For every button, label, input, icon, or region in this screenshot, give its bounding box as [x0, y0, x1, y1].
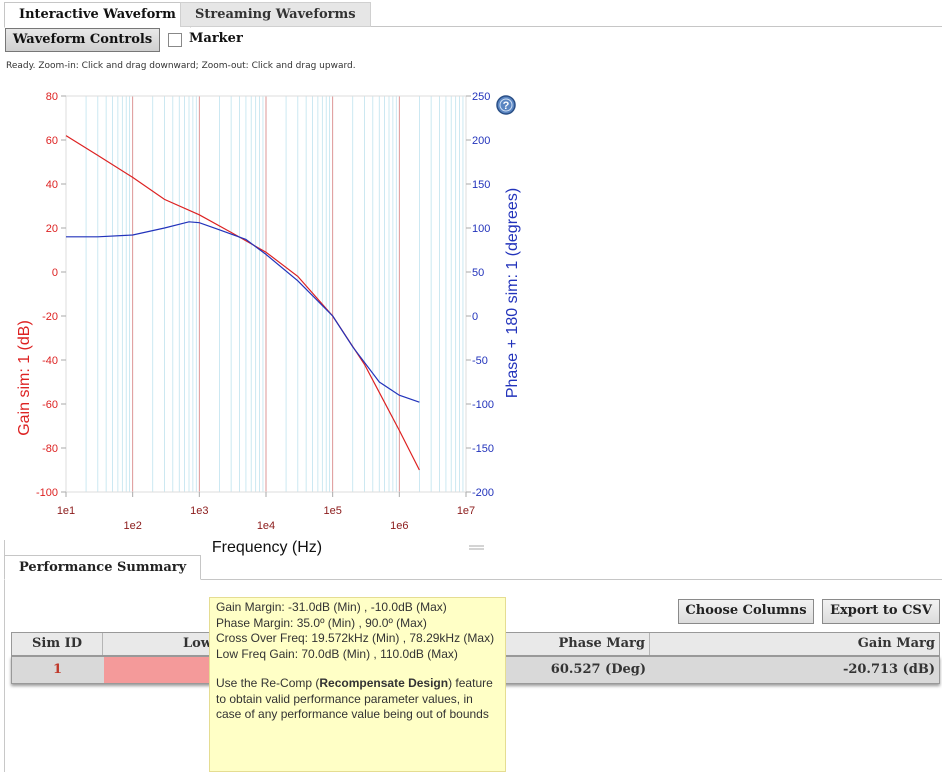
- gain-margin-cell: -20.713 (dB): [842, 662, 935, 677]
- right-tick-label: -100: [472, 399, 494, 411]
- left-tick-label: -20: [42, 311, 58, 323]
- tooltip-note-pre: Use the Re-Comp (: [216, 676, 320, 690]
- left-tick-label: 20: [46, 223, 58, 235]
- waveform-controls-button[interactable]: Waveform Controls: [5, 28, 160, 52]
- right-tick-label: 150: [472, 179, 490, 191]
- tooltip-recomp-note: Use the Re-Comp (Recompensate Design) fe…: [216, 676, 499, 723]
- low-freq-gain-cell: 6: [104, 657, 224, 683]
- tooltip-phase-margin: Phase Margin: 35.0º (Min) , 90.0º (Max): [216, 615, 427, 630]
- choose-columns-button[interactable]: Choose Columns: [678, 599, 814, 624]
- x-tick-label: 1e3: [190, 505, 208, 517]
- tooltip-low-freq-gain: Low Freq Gain: 70.0dB (Min) , 110.0dB (M…: [216, 646, 458, 661]
- right-axis-ticks: 250 200 150 100 50 0 -50 -100 -150 -200: [466, 91, 494, 499]
- series-line: [65, 135, 420, 471]
- x-tick-label: 1e6: [390, 520, 408, 532]
- left-tick-label: -60: [42, 399, 58, 411]
- left-tick-label: 80: [46, 91, 58, 103]
- help-icon[interactable]: ?: [496, 95, 516, 115]
- x-tick-label: 1e5: [323, 505, 341, 517]
- bode-plot[interactable]: 806040200-20-40-60-80-100 25020015010050…: [0, 82, 942, 562]
- tooltip-gain-margin: Gain Margin: -31.0dB (Min) , -10.0dB (Ma…: [216, 600, 447, 614]
- series-line: [66, 221, 420, 403]
- right-tick-label: -200: [472, 487, 494, 499]
- x-axis-label: Frequency (Hz): [212, 539, 322, 556]
- tab-streaming-waveforms[interactable]: Streaming Waveforms: [180, 2, 371, 27]
- left-tick-label: -100: [36, 487, 58, 499]
- x-tick-label: 1e2: [123, 520, 141, 532]
- performance-tooltip: Gain Margin: -31.0dB (Min) , -10.0dB (Ma…: [209, 597, 506, 772]
- export-csv-button[interactable]: Export to CSV: [822, 599, 940, 624]
- sim-id-cell[interactable]: 1: [12, 657, 103, 683]
- right-tick-label: 50: [472, 267, 484, 279]
- left-tick-label: 40: [46, 179, 58, 191]
- marker-checkbox[interactable]: [168, 33, 182, 47]
- right-tick-label: 200: [472, 135, 490, 147]
- left-tick-label: 60: [46, 135, 58, 147]
- y-axis-left-label: Gain sim: 1 (dB): [16, 320, 33, 436]
- x-tick-label: 1e4: [257, 520, 275, 532]
- right-tick-label: -50: [472, 355, 488, 367]
- y-axis-right-label: Phase + 180 sim: 1 (degrees): [504, 188, 521, 398]
- x-tick-label: 1e7: [457, 505, 475, 517]
- chart-series: [65, 135, 420, 471]
- tab-performance-summary[interactable]: Performance Summary: [4, 555, 202, 580]
- column-header-sim-id[interactable]: Sim ID: [12, 633, 103, 655]
- tab-interactive-waveform[interactable]: Interactive Waveform: [4, 2, 191, 28]
- column-header-gain-margin[interactable]: Gain Marg: [650, 633, 939, 655]
- left-tick-label: -80: [42, 443, 58, 455]
- performance-tab-bar: Performance Summary: [4, 555, 942, 580]
- x-tick-label: 1e1: [57, 505, 75, 517]
- left-axis-ticks: 80 60 40 20 0 -20 -40 -60 -80 -100: [36, 91, 66, 499]
- tooltip-crossover-freq: Cross Over Freq: 19.572kHz (Min) , 78.29…: [216, 631, 495, 645]
- left-tick-label: -40: [42, 355, 58, 367]
- right-tick-label: 100: [472, 223, 490, 235]
- right-tick-label: 0: [472, 311, 478, 323]
- marker-label: Marker: [189, 31, 243, 46]
- chart-grid: [65, 96, 467, 492]
- waveform-tab-bar: Interactive Waveform Streaming Waveforms: [4, 0, 942, 28]
- resize-handle-icon[interactable]: [469, 545, 484, 550]
- tooltip-note-bold[interactable]: Recompensate Design: [319, 676, 448, 690]
- status-text: Ready. Zoom-in: Click and drag downward;…: [6, 61, 356, 71]
- left-tick-label: 0: [52, 267, 58, 279]
- right-tick-label: -150: [472, 443, 494, 455]
- svg-text:?: ?: [503, 100, 510, 112]
- x-axis-ticks: 1e1 1e3 1e5 1e7 1e2 1e4 1e6: [57, 492, 475, 532]
- right-tick-label: 250: [472, 91, 490, 103]
